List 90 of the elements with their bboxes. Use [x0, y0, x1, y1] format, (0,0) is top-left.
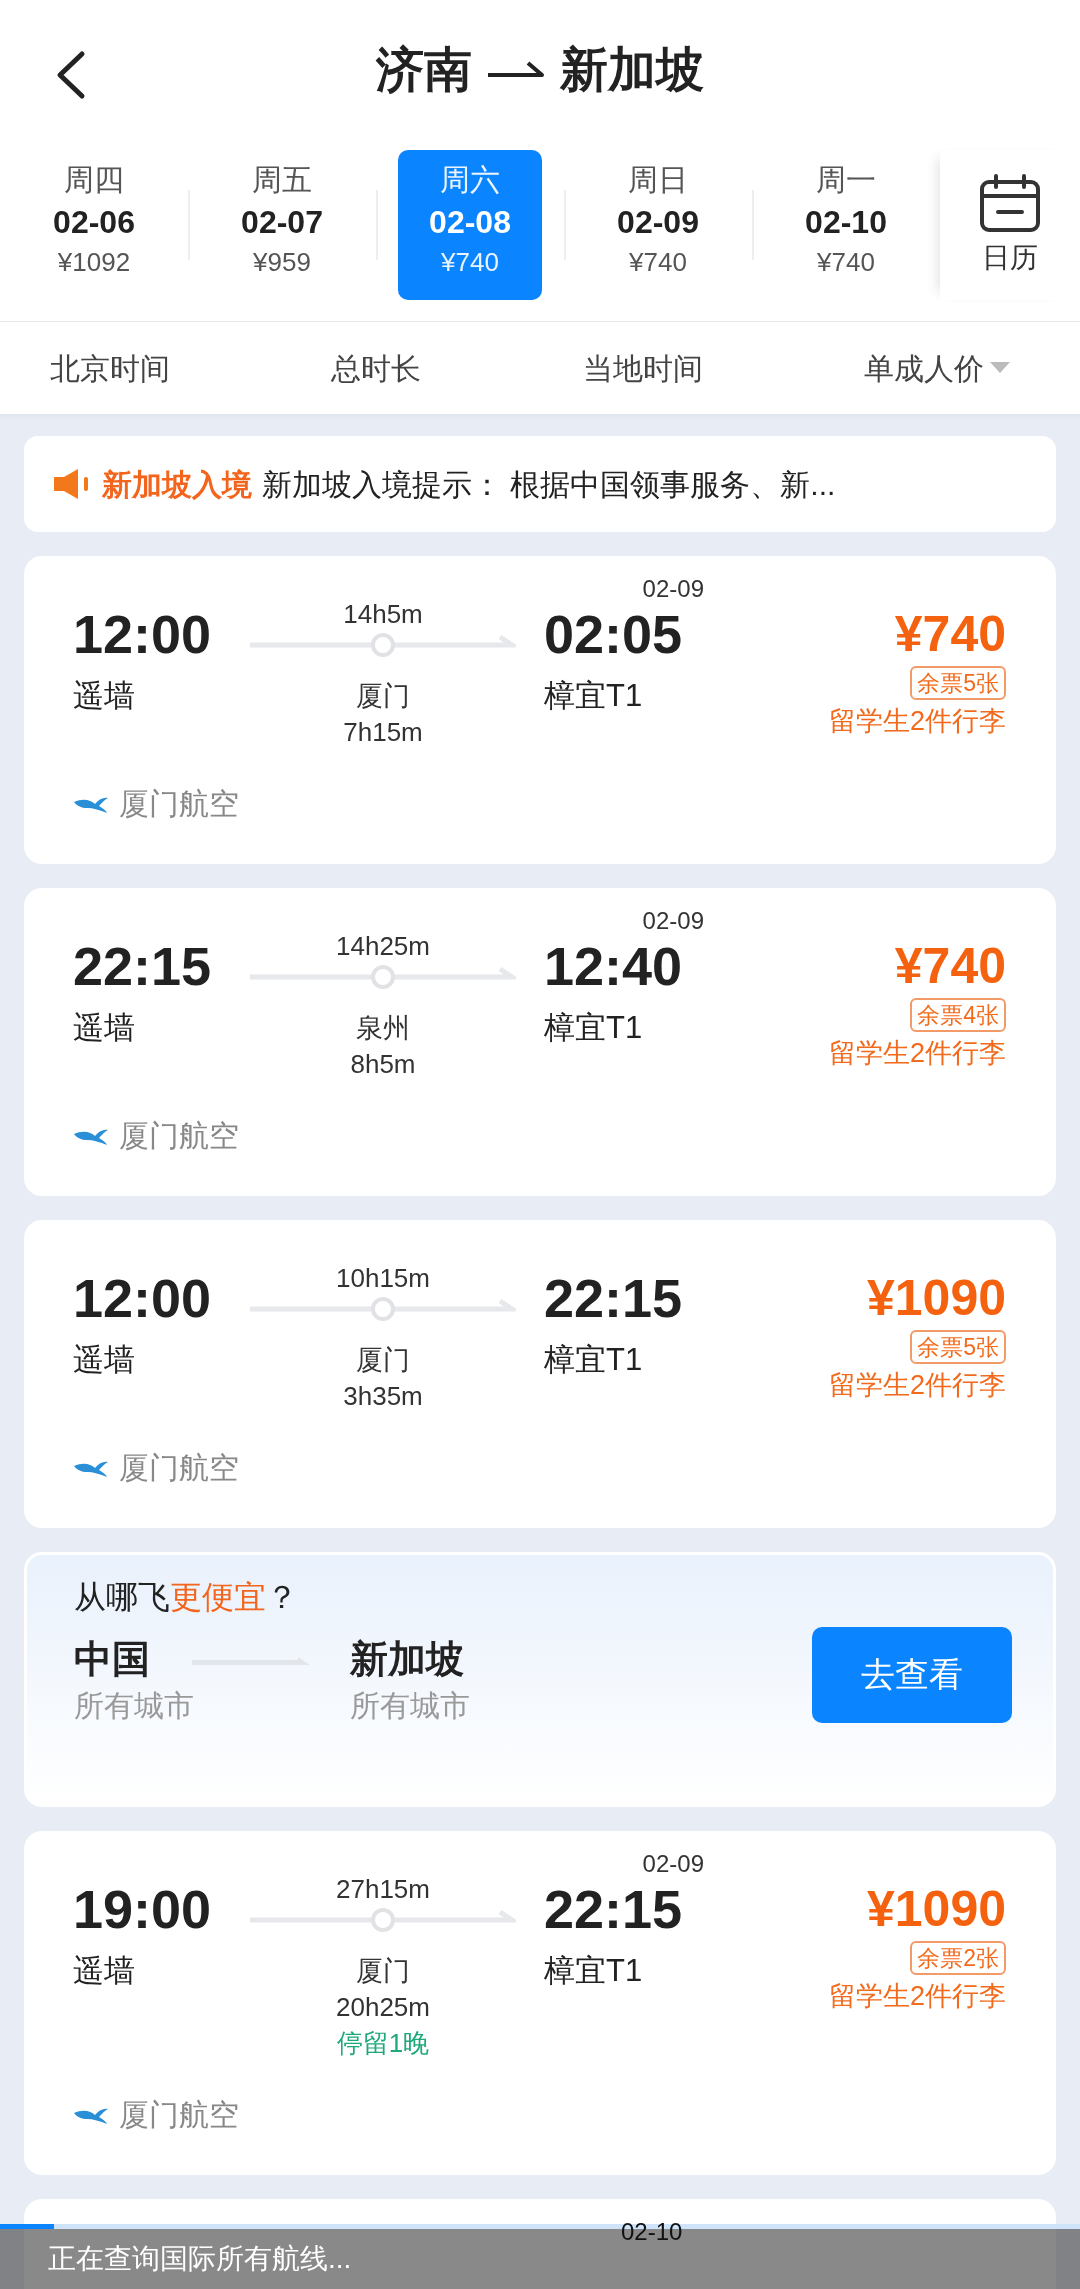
calendar-icon — [978, 174, 1042, 234]
tickets-left-badge: 余票4张 — [910, 998, 1006, 1032]
departure-airport: 遥墙 — [73, 1009, 135, 1047]
arrival-time: 02:05 — [544, 604, 683, 664]
departure-time: 19:00 — [73, 1879, 212, 1939]
flight-card[interactable]: 12:00 遥墙 10h15m 厦门 3h35m 22:15 樟宜T1 ¥1090 余票5张 留学生2件行李 厦门航空 — [24, 1220, 1056, 1528]
arrival-time: 22:15 — [544, 1879, 683, 1939]
weekday-label: 周五 — [252, 162, 312, 198]
departure-time: 22:15 — [73, 936, 212, 996]
origin-city: 济南 — [376, 42, 472, 98]
arrival-time: 22:15 — [544, 1268, 683, 1328]
notice-banner[interactable]: 新加坡入境 新加坡入境提示： 根据中国领事服务、新... — [24, 436, 1056, 532]
date-tab[interactable]: 周一 02-10 ¥740 — [774, 150, 918, 300]
arrival-airport: 樟宜T1 — [544, 1009, 643, 1047]
baggage-note: 留学生2件行李 — [828, 1369, 1006, 1402]
price: ¥1090 — [866, 1269, 1006, 1328]
arrival-date: 02-09 — [642, 574, 704, 604]
airline-name: 厦门航空 — [119, 786, 239, 822]
date-label: 02-08 — [429, 203, 511, 242]
airline-name: 厦门航空 — [119, 1450, 239, 1486]
total-duration: 14h5m — [343, 599, 423, 629]
sort-option[interactable]: 当地时间 — [582, 345, 703, 391]
stop-duration: 20h25m — [336, 1991, 430, 2024]
total-duration: 27h15m — [336, 1874, 430, 1904]
notice-text: 新加坡入境提示： 根据中国领事服务、新... — [262, 466, 836, 503]
date-label: 02-07 — [241, 203, 323, 242]
departure-airport: 遥墙 — [73, 677, 135, 715]
date-tab[interactable]: 周四 02-06 ¥1092 — [22, 150, 166, 300]
arrival-date: 02-09 — [642, 906, 704, 936]
date-tab[interactable]: 周五 02-07 ¥959 — [210, 150, 354, 300]
tickets-left-badge: 余票5张 — [910, 1330, 1006, 1364]
date-tab[interactable]: 周六 02-08 ¥740 — [398, 150, 542, 300]
destination-scope: 所有城市 — [350, 1688, 470, 1724]
price: ¥740 — [894, 605, 1006, 664]
date-price: ¥1092 — [57, 246, 131, 279]
airline-name: 厦门航空 — [119, 1118, 239, 1154]
tickets-left-badge: 余票5张 — [910, 666, 1006, 700]
date-label: 02-06 — [53, 203, 135, 242]
origin-region: 中国 — [74, 1637, 150, 1682]
overnight-note: 停留1晚 — [336, 2027, 430, 2060]
stop-city: 泉州 — [356, 1012, 410, 1045]
airline-name: 厦门航空 — [119, 2097, 239, 2133]
date-tab[interactable]: 周日 02-09 ¥740 — [586, 150, 730, 300]
stop-city: 厦门 — [356, 680, 410, 713]
sort-option[interactable]: 北京时间 — [50, 345, 170, 391]
baggage-note: 留学生2件行李 — [828, 1980, 1006, 2013]
stop-city: 厦门 — [356, 1955, 410, 1988]
date-price: ¥740 — [817, 246, 875, 279]
flight-card[interactable]: 12:00 遥墙 14h5m 厦门 7h15m 02-09 02:05 樟宜T1 ¥740 余票5张 留学生2件行李 厦门航空 — [24, 556, 1056, 864]
total-duration: 14h25m — [336, 931, 430, 961]
price: ¥740 — [894, 937, 1006, 996]
arrival-time: 12:40 — [544, 936, 683, 996]
weekday-label: 周日 — [628, 162, 688, 198]
weekday-label: 周四 — [64, 162, 124, 198]
departure-time: 12:00 — [73, 604, 212, 664]
departure-airport: 遥墙 — [73, 1341, 135, 1379]
date-price: ¥740 — [629, 246, 687, 279]
destination-region: 新加坡 — [350, 1637, 464, 1682]
date-label: 02-09 — [617, 203, 699, 242]
date-label: 02-10 — [805, 203, 887, 242]
date-price: ¥959 — [253, 246, 311, 279]
weekday-label: 周六 — [440, 162, 500, 198]
baggage-note: 留学生2件行李 — [828, 1037, 1006, 1070]
arrival-airport: 樟宜T1 — [544, 677, 643, 715]
calendar-button[interactable]: 日历 — [940, 150, 1080, 300]
departure-airport: 遥墙 — [73, 1952, 135, 1990]
price: ¥1090 — [866, 1880, 1006, 1939]
tickets-left-badge: 余票2张 — [910, 1941, 1006, 1975]
total-duration: 10h15m — [336, 1263, 430, 1293]
weekday-label: 周一 — [816, 162, 876, 198]
stop-city: 厦门 — [356, 1344, 410, 1377]
view-button[interactable]: 去查看 — [812, 1626, 1012, 1723]
arrival-airport: 樟宜T1 — [544, 1341, 643, 1379]
loading-text: 正在查询国际所有航线... — [48, 2241, 352, 2276]
promo-title: 从哪飞更便宜？ — [74, 1578, 299, 1617]
notice-tag: 新加坡入境 — [102, 461, 252, 507]
stop-duration: 7h15m — [343, 716, 423, 749]
stop-duration: 3h35m — [343, 1380, 423, 1413]
arrival-date: 02-09 — [642, 1849, 704, 1879]
arrival-airport: 樟宜T1 — [544, 1952, 643, 1990]
flight-card[interactable]: 19:00 遥墙 27h15m 厦门 20h25m 停留1晚 02-09 22:15 樟宜T1 ¥1090 余票2张 留学生2件行李 厦门航空 — [24, 1831, 1056, 2175]
sort-option[interactable]: 单成人价 — [864, 345, 984, 391]
date-price: ¥740 — [441, 246, 499, 279]
baggage-note: 留学生2件行李 — [828, 705, 1006, 738]
origin-scope: 所有城市 — [74, 1688, 194, 1724]
departure-time: 12:00 — [73, 1268, 212, 1328]
flight-card[interactable]: 22:15 遥墙 14h25m 泉州 8h5m 02-09 12:40 樟宜T1 ¥740 余票4张 留学生2件行李 厦门航空 — [24, 888, 1056, 1196]
destination-city: 新加坡 — [560, 42, 704, 98]
sort-option[interactable]: 总时长 — [331, 345, 422, 391]
stop-duration: 8h5m — [350, 1048, 416, 1081]
